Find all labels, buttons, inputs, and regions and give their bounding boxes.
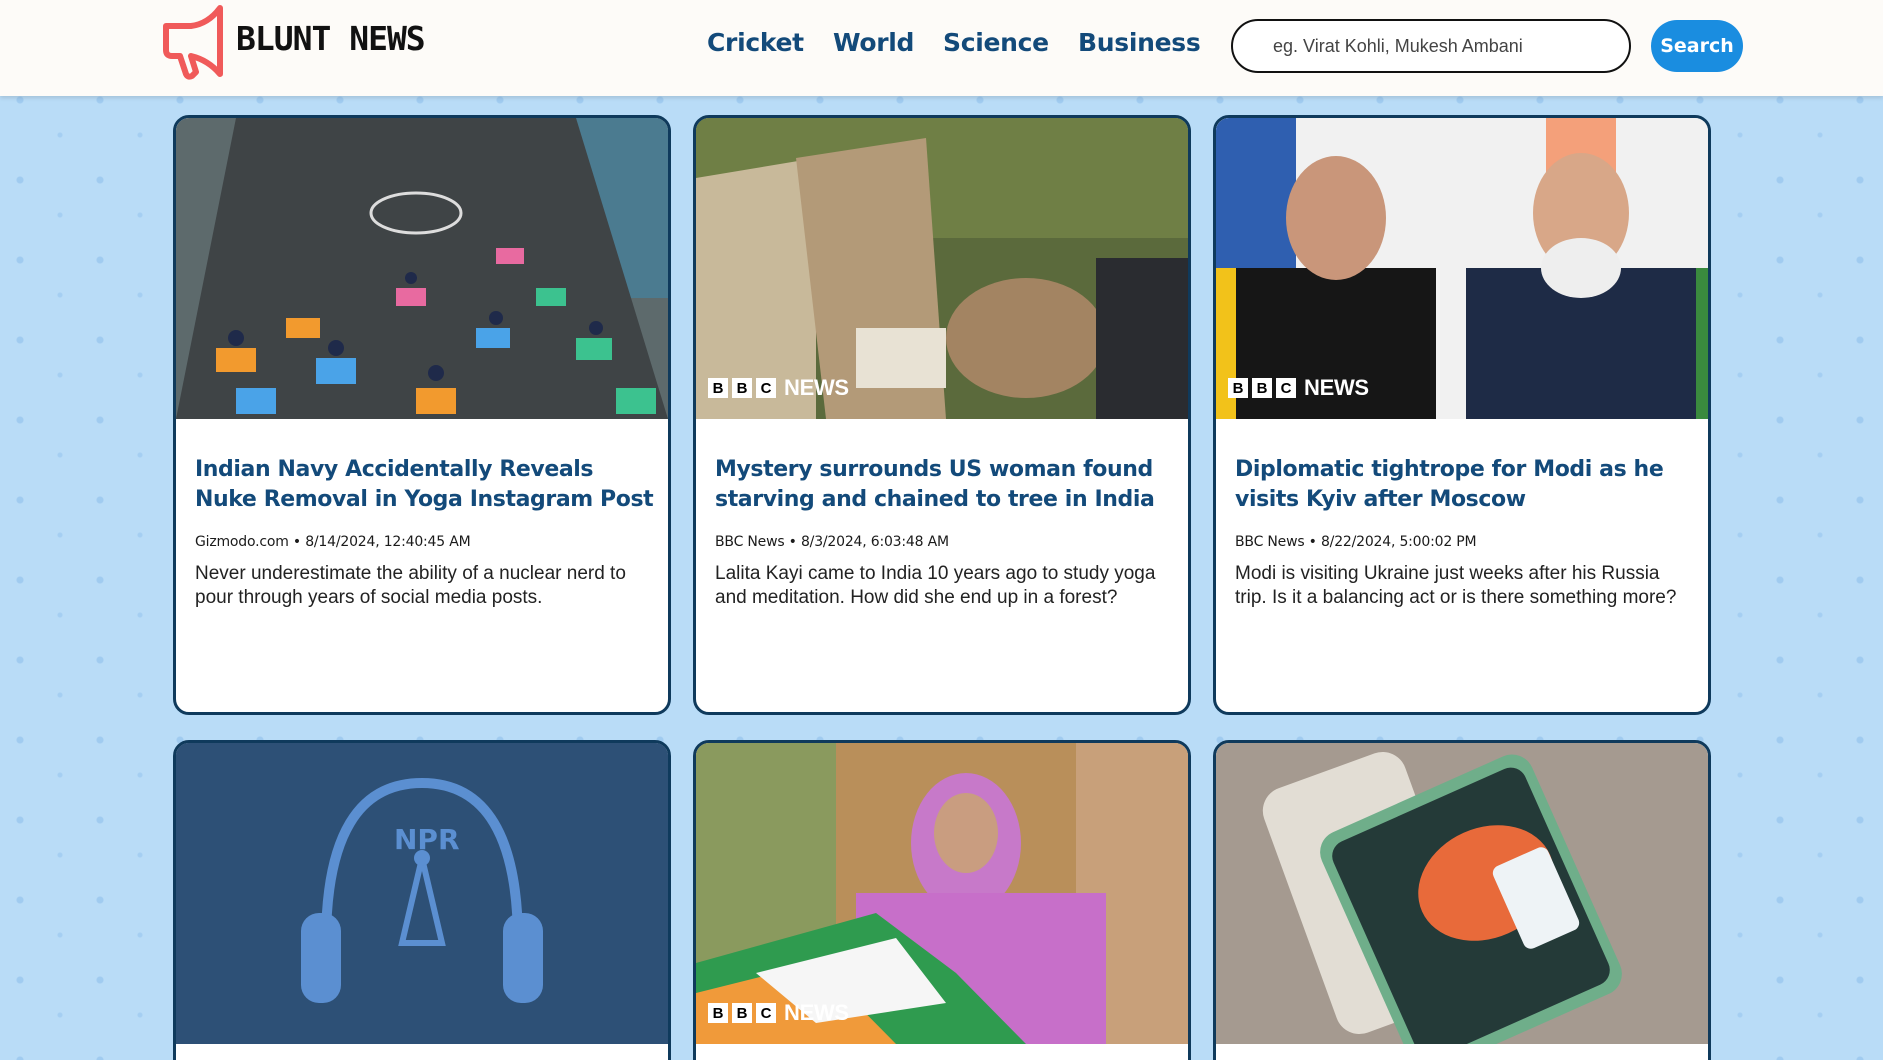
card-title[interactable]: Indian Navy Accidentally Reveals Nuke Re… <box>195 455 655 515</box>
search-input[interactable] <box>1231 19 1631 73</box>
woman-flag-image <box>696 743 1188 1044</box>
modi-zelensky-image <box>1216 118 1708 419</box>
card-description: Lalita Kayi came to India 10 years ago t… <box>715 563 1156 608</box>
search-button[interactable]: Search <box>1651 20 1743 72</box>
nav-science[interactable]: Science <box>943 28 1049 57</box>
site-logo[interactable]: BLUNT NEWS <box>158 4 426 80</box>
card-image[interactable]: B B C NEWS <box>696 118 1188 419</box>
forest-rescue-image <box>696 118 1188 419</box>
npr-label: NPR <box>394 823 460 856</box>
card-image[interactable]: B B C NEWS <box>1216 118 1708 419</box>
yoga-deck-image <box>176 118 668 419</box>
news-card[interactable]: B B C NEWS <box>693 740 1191 1060</box>
site-header: BLUNT NEWS Cricket World Science Busines… <box>0 0 1883 96</box>
card-description: Never underestimate the ability of a nuc… <box>195 563 626 608</box>
nav-cricket[interactable]: Cricket <box>707 28 804 57</box>
npr-podcast-image <box>176 743 668 1044</box>
card-image[interactable] <box>1216 743 1708 1044</box>
news-card[interactable] <box>1213 740 1711 1060</box>
card-title[interactable]: Mystery surrounds US woman found starvin… <box>715 455 1175 515</box>
nav-world[interactable]: World <box>833 28 914 57</box>
card-meta: Gizmodo.com • 8/14/2024, 12:40:45 AM <box>195 534 471 550</box>
card-image[interactable]: B B C NEWS <box>696 743 1188 1044</box>
card-description: Modi is visiting Ukraine just weeks afte… <box>1235 563 1677 608</box>
nav-business[interactable]: Business <box>1078 28 1201 57</box>
bbc-news-watermark: B B C NEWS <box>1228 375 1369 401</box>
news-card[interactable]: Indian Navy Accidentally Reveals Nuke Re… <box>173 115 671 715</box>
card-image[interactable]: NPR <box>176 743 668 1044</box>
card-title[interactable]: Diplomatic tightrope for Modi as he visi… <box>1235 455 1695 515</box>
foldable-phone-image <box>1216 743 1708 1044</box>
news-card[interactable]: NPR <box>173 740 671 1060</box>
card-image[interactable] <box>176 118 668 419</box>
card-meta: BBC News • 8/3/2024, 6:03:48 AM <box>715 534 949 550</box>
logo-text: BLUNT NEWS <box>236 18 426 58</box>
bbc-news-watermark: B B C NEWS <box>708 375 849 401</box>
card-meta: BBC News • 8/22/2024, 5:00:02 PM <box>1235 534 1477 550</box>
bbc-news-watermark: B B C NEWS <box>708 1000 849 1026</box>
news-card[interactable]: B B C NEWS Diplomatic tightrope for Modi as… <box>1213 115 1711 715</box>
megaphone-icon <box>163 5 223 80</box>
news-card[interactable]: B B C NEWS Mystery surrounds US woman found… <box>693 115 1191 715</box>
